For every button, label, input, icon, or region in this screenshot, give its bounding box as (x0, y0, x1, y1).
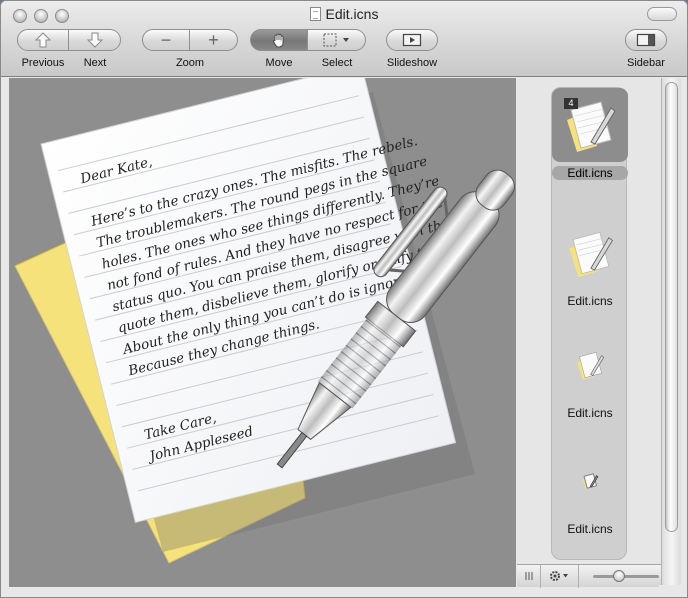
move-tool-button[interactable] (250, 29, 308, 51)
zoom-label: Zoom (175, 57, 205, 69)
size-badge: 4 (564, 98, 578, 109)
edit-icon-thumbnail (569, 231, 614, 278)
previous-button[interactable] (17, 29, 69, 51)
navigation-control (17, 29, 121, 51)
next-label: Next (83, 57, 107, 69)
thumbnail-frame (552, 444, 628, 518)
select-label: Select (321, 57, 353, 69)
arrow-up-icon (34, 32, 52, 48)
gear-icon (549, 571, 568, 581)
sidebar-icon (636, 33, 656, 47)
thumbnail-frame (552, 328, 628, 402)
edit-icon-thumbnail (582, 473, 599, 490)
edit-icns-image: Dear Kate, Here’s to the crazy ones. The… (14, 78, 515, 564)
zoom-in-button[interactable]: + (190, 29, 238, 51)
scrollbar-thumb[interactable] (665, 82, 678, 532)
thumbnail-item[interactable]: Edit.icns (552, 216, 628, 308)
action-menu-button[interactable] (541, 564, 579, 588)
window-title-text: Edit.icns (325, 6, 379, 22)
thumbnail-label: Edit.icns (567, 522, 613, 536)
sidebar-resize-handle[interactable] (517, 564, 541, 588)
marquee-select-icon (323, 33, 349, 47)
toolbar-toggle-button[interactable] (647, 7, 677, 21)
thumbnail-sidebar: 4 Edit.icns Edit.icns Edit.icns Edit.icn… (517, 78, 661, 564)
sidebar-bottom-bar (517, 564, 661, 588)
sidebar-scrollbar[interactable] (661, 78, 681, 587)
thumbnail-size-slider[interactable] (593, 570, 659, 582)
thumbnail-frame: 4 (552, 88, 628, 162)
thumbnail-item[interactable]: Edit.icns (552, 444, 628, 536)
thumbnail-item[interactable]: 4 Edit.icns (552, 88, 628, 180)
preview-window: Edit.icns Previous Next − + Zoom Move Se… (0, 0, 688, 598)
edit-icon-thumbnail (577, 351, 605, 380)
play-screen-icon (402, 33, 422, 47)
hand-icon (273, 33, 284, 48)
previous-label: Previous (21, 57, 65, 69)
thumbnail-label: Edit.icns (567, 406, 613, 420)
slideshow-control (386, 29, 438, 51)
next-button[interactable] (69, 29, 121, 51)
thumbnail-label: Edit.icns (552, 166, 628, 180)
slider-knob[interactable] (613, 570, 625, 582)
window-title: Edit.icns (1, 6, 687, 22)
grip-icon (525, 572, 532, 580)
zoom-control: − + (142, 29, 238, 51)
sidebar-label: Sidebar (627, 57, 665, 69)
thumbnail-strip: 4 Edit.icns Edit.icns Edit.icns Edit.icn… (551, 87, 628, 560)
thumbnail-item[interactable]: Edit.icns (552, 328, 628, 420)
zoom-out-button[interactable]: − (142, 29, 190, 51)
tool-control (250, 29, 366, 51)
window-resize-corner[interactable] (659, 585, 687, 597)
image-canvas[interactable]: Dear Kate, Here’s to the crazy ones. The… (9, 78, 516, 587)
move-label: Move (265, 57, 293, 69)
arrow-down-icon (86, 32, 103, 48)
titlebar: Edit.icns Previous Next − + Zoom Move Se… (1, 1, 687, 77)
select-tool-button[interactable] (308, 29, 366, 51)
slideshow-label: Slideshow (386, 57, 438, 69)
sidebar-button[interactable] (625, 29, 667, 51)
slideshow-button[interactable] (386, 29, 438, 51)
document-icon (309, 7, 321, 21)
thumbnail-label: Edit.icns (567, 294, 613, 308)
sidebar-control (625, 29, 667, 51)
thumbnail-frame (552, 216, 628, 290)
